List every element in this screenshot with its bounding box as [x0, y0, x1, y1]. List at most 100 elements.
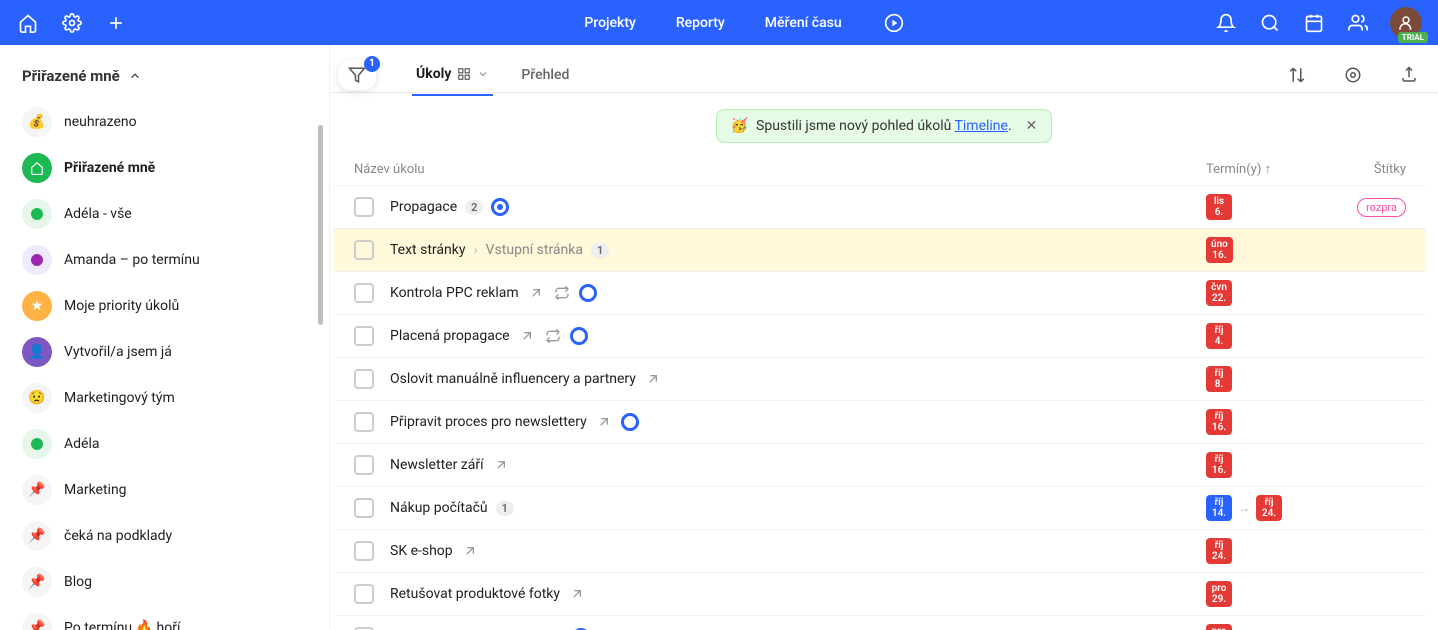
sidebar-item-label: Přiřazené mně — [64, 160, 155, 176]
external-link-icon — [595, 413, 613, 431]
sidebar-item[interactable]: ★Moje priority úkolů — [18, 283, 329, 329]
sidebar-item[interactable]: 📌 čeká na podklady — [18, 513, 329, 559]
task-row[interactable]: Nákup počítačů1říj14.→říj24. — [334, 487, 1426, 530]
timeline-banner: 🥳 Spustili jsme nový pohled úkolů Timeli… — [716, 109, 1053, 143]
sidebar-item-icon — [22, 429, 52, 459]
search-icon[interactable] — [1258, 11, 1282, 35]
sidebar-item-icon: 😟 — [22, 383, 52, 413]
sidebar-item[interactable]: 📌 Blog — [18, 559, 329, 605]
task-row[interactable]: Kontrola PPC reklamčvn22. — [334, 272, 1426, 315]
nav-time-tracking[interactable]: Měření času — [765, 15, 842, 31]
sidebar-scrollbar[interactable] — [318, 125, 323, 325]
sidebar-item-label: Marketing — [64, 482, 127, 498]
sidebar: Přiřazené mně 💰neuhrazenoPřiřazené mněAd… — [0, 45, 330, 630]
task-checkbox[interactable] — [354, 369, 374, 389]
sidebar-item-icon: 📌 — [22, 475, 52, 505]
chevron-up-icon — [128, 69, 142, 83]
task-date: lis6. — [1206, 194, 1346, 220]
task-row[interactable]: Propagace2lis6.rozpra — [334, 186, 1426, 229]
tag-pill[interactable]: rozpra — [1357, 198, 1406, 217]
sidebar-item-label: Blog — [64, 574, 92, 590]
sidebar-item-icon: 📌 — [22, 567, 52, 597]
sidebar-item[interactable]: 💰neuhrazeno — [18, 99, 329, 145]
nav-reports[interactable]: Reporty — [676, 15, 725, 31]
task-row[interactable]: Text stránky›Vstupní stránka1úno16. — [334, 229, 1426, 272]
task-row[interactable]: Připravit proces pro newsletteryříj16. — [334, 401, 1426, 444]
task-row[interactable]: Retušovat produktové fotky pro29. — [334, 573, 1426, 616]
sidebar-item[interactable]: Přiřazené mně — [18, 145, 329, 191]
repeat-icon — [553, 284, 571, 302]
sidebar-item-label: Adéla — [64, 436, 99, 452]
home-icon[interactable] — [16, 11, 40, 35]
col-tags[interactable]: Štítky — [1346, 162, 1406, 177]
banner-link[interactable]: Timeline — [955, 118, 1008, 134]
task-name: Newsletter září — [390, 457, 484, 473]
gear-icon[interactable] — [60, 11, 84, 35]
sidebar-item-label: Vytvořil/a jsem já — [64, 344, 172, 360]
breadcrumb-sep: › — [473, 242, 477, 258]
date-pill: říj4. — [1206, 323, 1232, 349]
sidebar-item[interactable]: 📌 Marketing — [18, 467, 329, 513]
task-row[interactable]: SK e-shopříj24. — [334, 530, 1426, 573]
chevron-down-icon — [477, 68, 489, 80]
export-icon[interactable] — [1400, 66, 1418, 84]
task-name-cell: Retušovat produktové fotky — [390, 585, 1206, 603]
people-icon[interactable] — [1346, 11, 1370, 35]
tab-overview[interactable]: Přehled — [517, 55, 573, 95]
task-checkbox[interactable] — [354, 541, 374, 561]
task-checkbox[interactable] — [354, 584, 374, 604]
task-date: úno16. — [1206, 237, 1346, 263]
task-row[interactable]: Placená propagaceříj4. — [334, 315, 1426, 358]
sidebar-item-icon: 📌 — [22, 521, 52, 551]
tab-tasks[interactable]: Úkoly — [412, 54, 493, 96]
sidebar-item-label: Amanda – po termínu — [64, 252, 200, 268]
task-row[interactable]: Udělat produktové fotkypro30. — [334, 616, 1426, 630]
task-checkbox[interactable] — [354, 197, 374, 217]
plus-icon[interactable] — [104, 11, 128, 35]
play-icon[interactable] — [882, 11, 906, 35]
bell-icon[interactable] — [1214, 11, 1238, 35]
task-name: Retušovat produktové fotky — [390, 586, 560, 602]
date-pill: říj24. — [1256, 495, 1282, 521]
task-checkbox[interactable] — [354, 326, 374, 346]
task-checkbox[interactable] — [354, 283, 374, 303]
ring-icon — [579, 284, 597, 302]
calendar-icon[interactable] — [1302, 11, 1326, 35]
sidebar-item-icon: 📌 — [22, 613, 52, 630]
sidebar-item[interactable]: 📌Po termínu 🔥 hoří — [18, 605, 329, 630]
filter-button[interactable]: 1 — [338, 60, 376, 90]
subtask-count: 1 — [591, 243, 609, 258]
sidebar-item-label: Marketingový tým — [64, 390, 175, 406]
sidebar-item[interactable]: 😟 Marketingový tým — [18, 375, 329, 421]
task-checkbox[interactable] — [354, 455, 374, 475]
sort-icon[interactable] — [1288, 66, 1306, 84]
sidebar-item[interactable]: Adéla - vše — [18, 191, 329, 237]
sidebar-item[interactable]: Adéla — [18, 421, 329, 467]
sidebar-item-icon: ★ — [22, 291, 52, 321]
task-checkbox[interactable] — [354, 412, 374, 432]
sidebar-title[interactable]: Přiřazené mně — [18, 63, 329, 99]
task-name-cell: Text stránky›Vstupní stránka1 — [390, 242, 1206, 258]
trial-badge: TRIAL — [1398, 32, 1428, 43]
nav-projects[interactable]: Projekty — [584, 15, 635, 31]
avatar[interactable]: TRIAL — [1390, 7, 1422, 39]
settings-icon[interactable] — [1344, 66, 1362, 84]
task-checkbox[interactable] — [354, 498, 374, 518]
sidebar-item-label: čeká na podklady — [64, 528, 172, 544]
date-pill: říj16. — [1206, 452, 1232, 478]
task-row[interactable]: Newsletter září říj16. — [334, 444, 1426, 487]
task-row[interactable]: Oslovit manuálně influencery a partneryř… — [334, 358, 1426, 401]
close-icon[interactable]: ✕ — [1026, 118, 1038, 134]
col-name[interactable]: Název úkolu — [354, 162, 1206, 177]
col-date[interactable]: Termín(y) ↑ — [1206, 161, 1346, 177]
sidebar-item[interactable]: Amanda – po termínu — [18, 237, 329, 283]
task-date: říj8. — [1206, 366, 1346, 392]
task-date: pro29. — [1206, 581, 1346, 607]
grid-icon — [457, 67, 471, 81]
task-date: pro30. — [1206, 624, 1346, 630]
task-checkbox[interactable] — [354, 240, 374, 260]
task-date: říj16. — [1206, 409, 1346, 435]
filter-count-badge: 1 — [364, 56, 380, 72]
arrow-icon: → — [1238, 501, 1250, 515]
sidebar-item[interactable]: 👤Vytvořil/a jsem já — [18, 329, 329, 375]
